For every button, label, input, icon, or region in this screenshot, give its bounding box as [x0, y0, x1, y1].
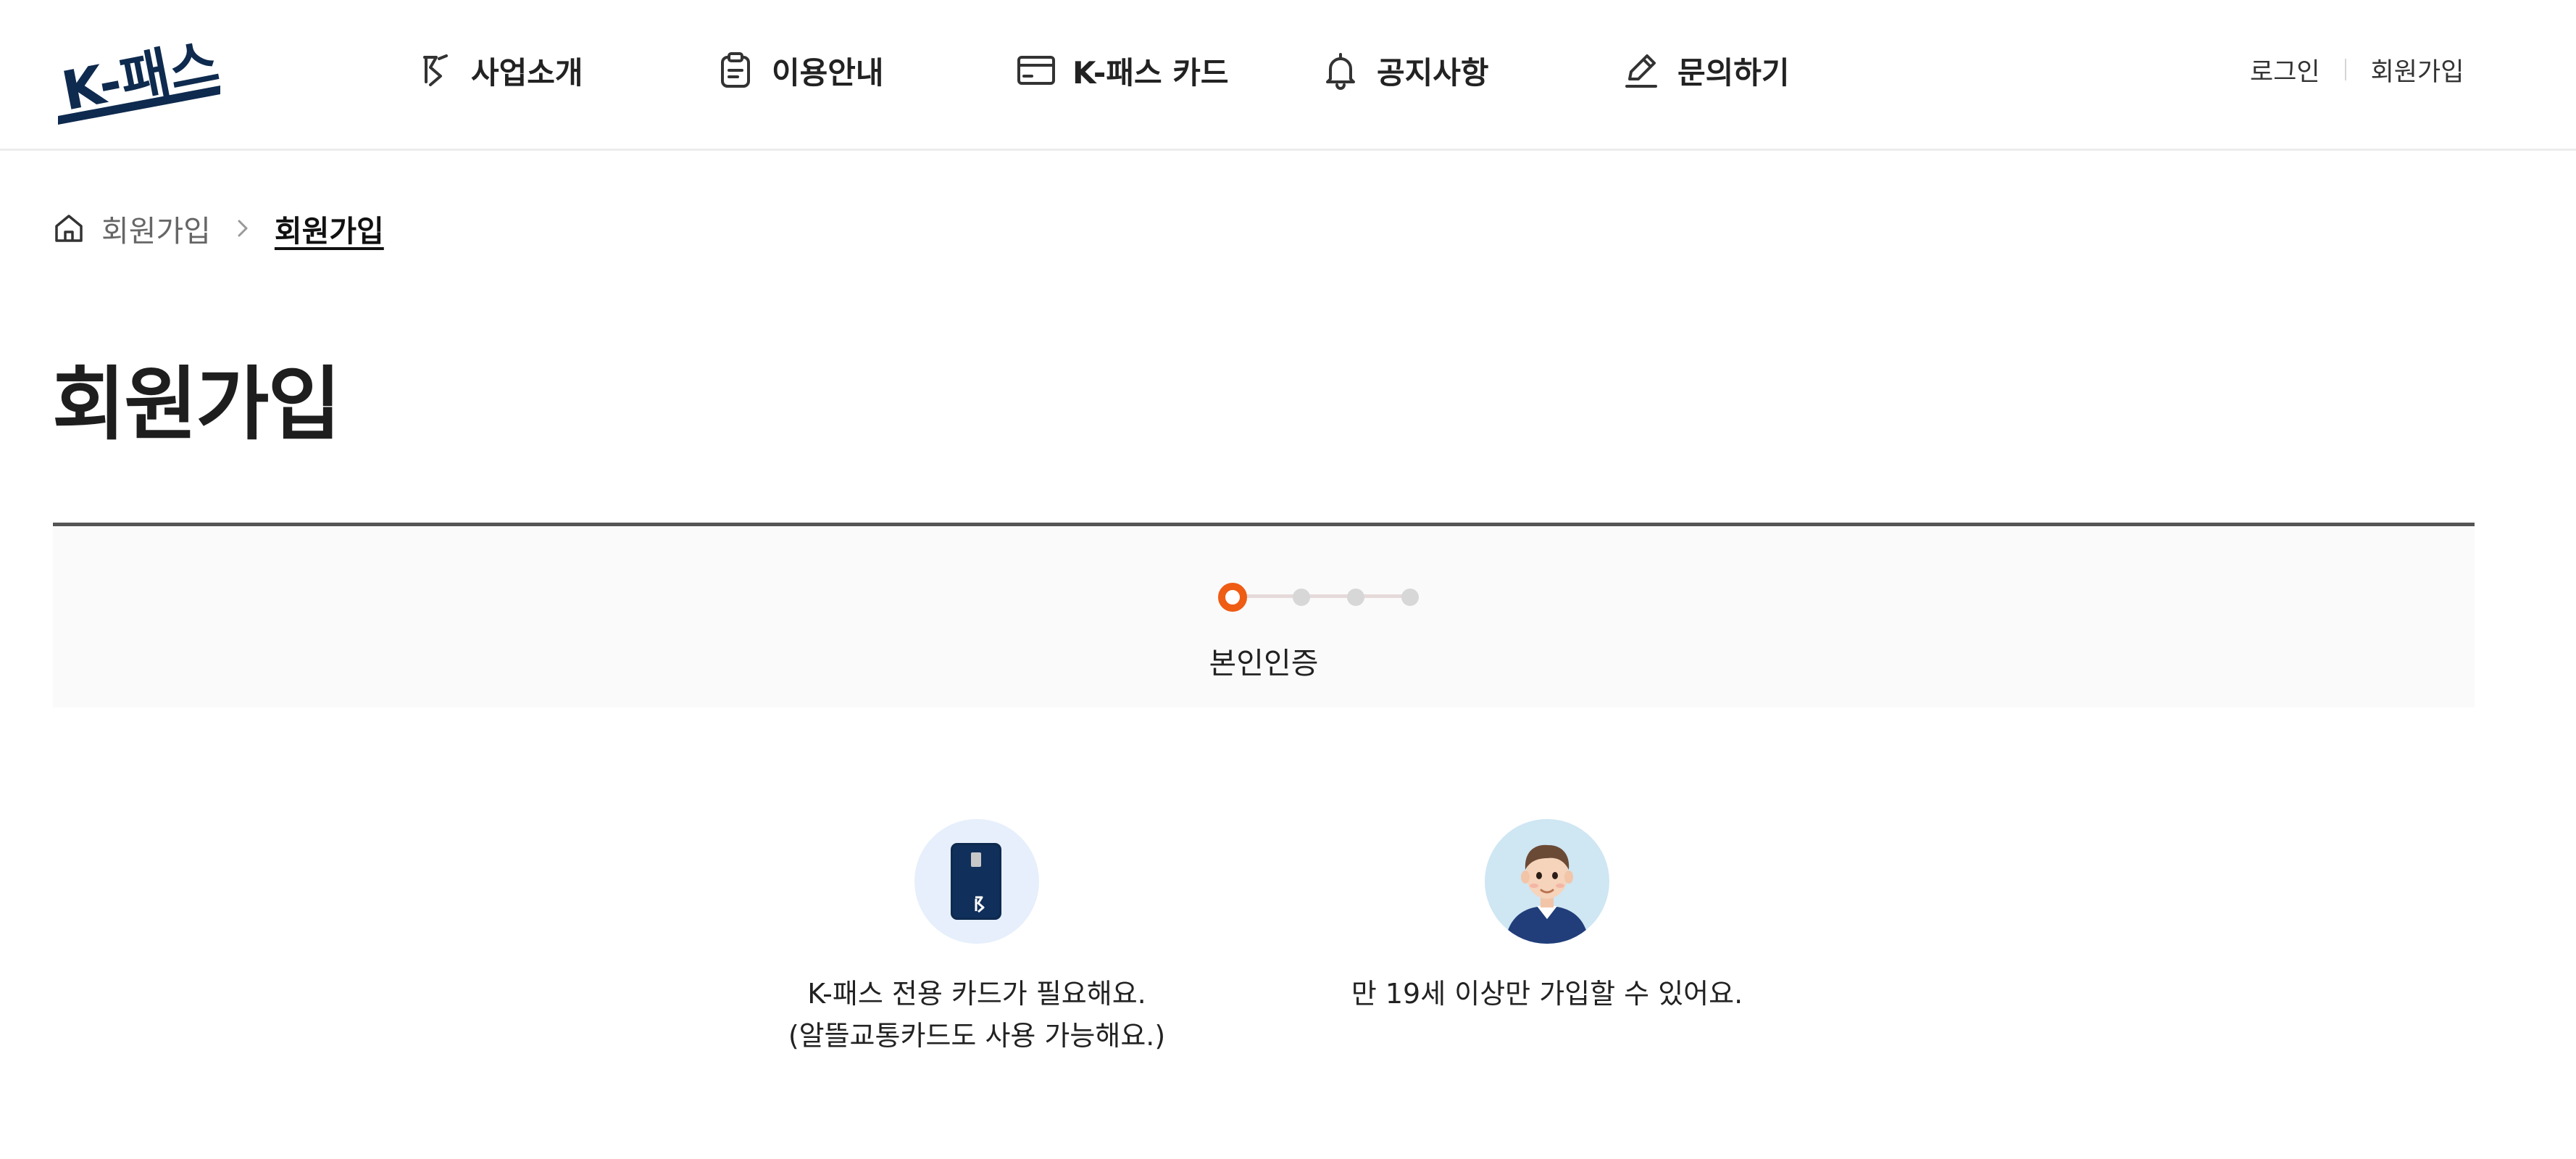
- home-icon[interactable]: [52, 212, 86, 245]
- nav-kpass-card-label: K-패스 카드: [1072, 54, 1229, 91]
- nav-kpass-card[interactable]: K-패스 카드: [1016, 45, 1229, 96]
- clipboard-icon: [721, 52, 750, 88]
- pencil-icon: [1625, 54, 1657, 88]
- nav-inquiry[interactable]: 문의하기: [1621, 45, 1790, 96]
- requirement-age-text: 만 19세 이상만 가입할 수 있어요.: [1286, 973, 1808, 1015]
- nav-inquiry-label: 문의하기: [1677, 54, 1790, 91]
- progress-stepper: [1218, 583, 1419, 612]
- requirement-card-line1: K-패스 전용 카드가 필요해요.: [807, 978, 1146, 1010]
- step-4-dot: [1401, 589, 1419, 606]
- requirement-age-limit: 만 19세 이상만 가입할 수 있어요.: [1286, 819, 1808, 1015]
- requirement-card-needed: K-패스 전용 카드가 필요해요. (알뜰교통카드도 사용 가능해요.): [716, 819, 1238, 1057]
- nav-usage-guide[interactable]: 이용안내: [715, 45, 884, 96]
- current-step-label: 본인인증: [1209, 646, 1319, 681]
- card-icon: [1017, 56, 1055, 85]
- kpass-card-icon: [914, 819, 1039, 944]
- stepper-track: [1244, 594, 1405, 598]
- nav-notice[interactable]: 공지사항: [1320, 45, 1489, 96]
- login-link[interactable]: 로그인: [2250, 51, 2320, 88]
- bell-icon: [1326, 53, 1355, 90]
- chevron-right-icon: [238, 220, 248, 237]
- person-avatar-icon: [1485, 819, 1609, 944]
- kpass-logo[interactable]: K-패스: [52, 16, 226, 125]
- nav-business-intro[interactable]: 사업소개: [414, 45, 583, 96]
- nav-notice-label: 공지사항: [1377, 54, 1489, 91]
- site-header: K-패스 사업소개 이용안내 K-패스 카드 공지사항 문의하기 로그인 회원가…: [0, 0, 2576, 151]
- requirement-card-text: K-패스 전용 카드가 필요해요. (알뜰교통카드도 사용 가능해요.): [716, 973, 1238, 1057]
- step-3-dot: [1347, 589, 1364, 606]
- nav-business-intro-label: 사업소개: [471, 54, 583, 91]
- signup-link[interactable]: 회원가입: [2371, 51, 2464, 88]
- nav-usage-guide-label: 이용안내: [772, 54, 884, 91]
- breadcrumb-parent[interactable]: 회원가입: [101, 207, 211, 250]
- step-2-dot: [1293, 589, 1310, 606]
- breadcrumb-current[interactable]: 회원가입: [275, 207, 384, 250]
- requirement-card-line2: (알뜰교통카드도 사용 가능해요.): [788, 1020, 1166, 1052]
- requirement-age-line1: 만 19세 이상만 가입할 수 있어요.: [1351, 978, 1743, 1010]
- header-utility-links: 로그인 회원가입: [2250, 48, 2464, 91]
- page-title: 회원가입: [52, 358, 341, 451]
- utility-divider: [2344, 59, 2346, 80]
- breadcrumb: 회원가입 회원가입: [52, 207, 384, 250]
- signup-step-panel: 본인인증: [53, 523, 2475, 707]
- step-1-active-dot: [1218, 583, 1247, 612]
- kpass-symbol-icon: [423, 54, 448, 86]
